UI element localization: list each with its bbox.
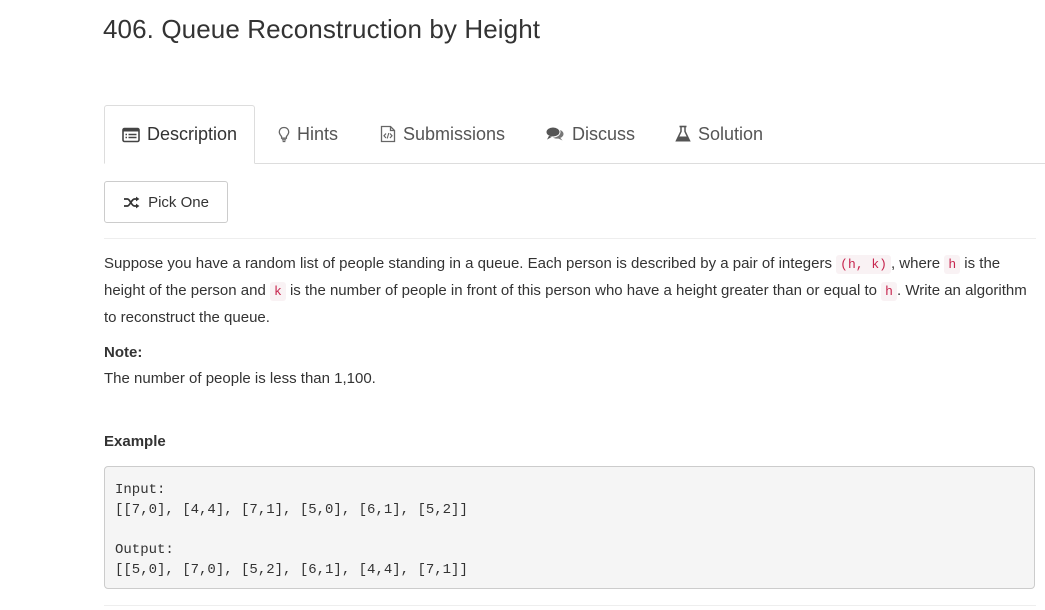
description-text: , where bbox=[890, 255, 945, 272]
code-file-icon bbox=[380, 125, 396, 143]
page-title: 406. Queue Reconstruction by Height bbox=[103, 14, 541, 44]
tab-solution-label: Solution bbox=[698, 123, 764, 144]
note-text: The number of people is less than 1,100. bbox=[104, 370, 376, 387]
lightbulb-icon bbox=[278, 126, 290, 143]
comments-icon bbox=[545, 126, 565, 142]
example-input-label: Input: bbox=[115, 482, 166, 498]
inline-code: k bbox=[269, 282, 286, 301]
pick-one-label: Pick One bbox=[148, 193, 209, 211]
tab-submissions[interactable]: Submissions bbox=[380, 105, 505, 163]
tab-submissions-label: Submissions bbox=[403, 123, 506, 144]
inline-code: h bbox=[881, 282, 897, 301]
list-icon bbox=[122, 127, 140, 143]
problem-tabs: Description Hints Submissions Discuss So… bbox=[104, 105, 1045, 164]
flask-icon bbox=[675, 125, 691, 143]
inline-code: (h, k) bbox=[836, 255, 891, 274]
example-output-value: [[5,0], [7,0], [5,2], [6,1], [4,4], [7,1… bbox=[115, 562, 468, 578]
example-input-value: [[7,0], [4,4], [7,1], [5,0], [6,1], [5,2… bbox=[115, 502, 468, 518]
problem-description: Suppose you have a random list of people… bbox=[104, 251, 1034, 331]
example-heading: Example bbox=[104, 433, 166, 450]
tab-description[interactable]: Description bbox=[104, 105, 256, 164]
tab-solution[interactable]: Solution bbox=[675, 105, 763, 163]
tab-description-label: Description bbox=[147, 124, 238, 144]
note-label: Note: bbox=[104, 344, 143, 361]
inline-code: h bbox=[944, 255, 961, 274]
example-code-block: Input: [[7,0], [4,4], [7,1], [5,0], [6,1]… bbox=[104, 466, 1035, 589]
tab-discuss[interactable]: Discuss bbox=[545, 105, 635, 163]
shuffle-icon bbox=[123, 196, 140, 209]
tab-hints-label: Hints bbox=[297, 123, 339, 144]
tab-discuss-label: Discuss bbox=[572, 123, 636, 144]
description-text: Suppose you have a random list of people… bbox=[104, 255, 837, 272]
example-output-label: Output: bbox=[115, 542, 174, 558]
divider bbox=[104, 238, 1036, 239]
tab-hints[interactable]: Hints bbox=[278, 105, 338, 163]
description-text: is the number of people in front of this… bbox=[285, 282, 882, 299]
example-blank-line bbox=[115, 520, 1024, 540]
divider bbox=[104, 605, 1036, 606]
pick-one-button[interactable]: Pick One bbox=[104, 181, 228, 223]
